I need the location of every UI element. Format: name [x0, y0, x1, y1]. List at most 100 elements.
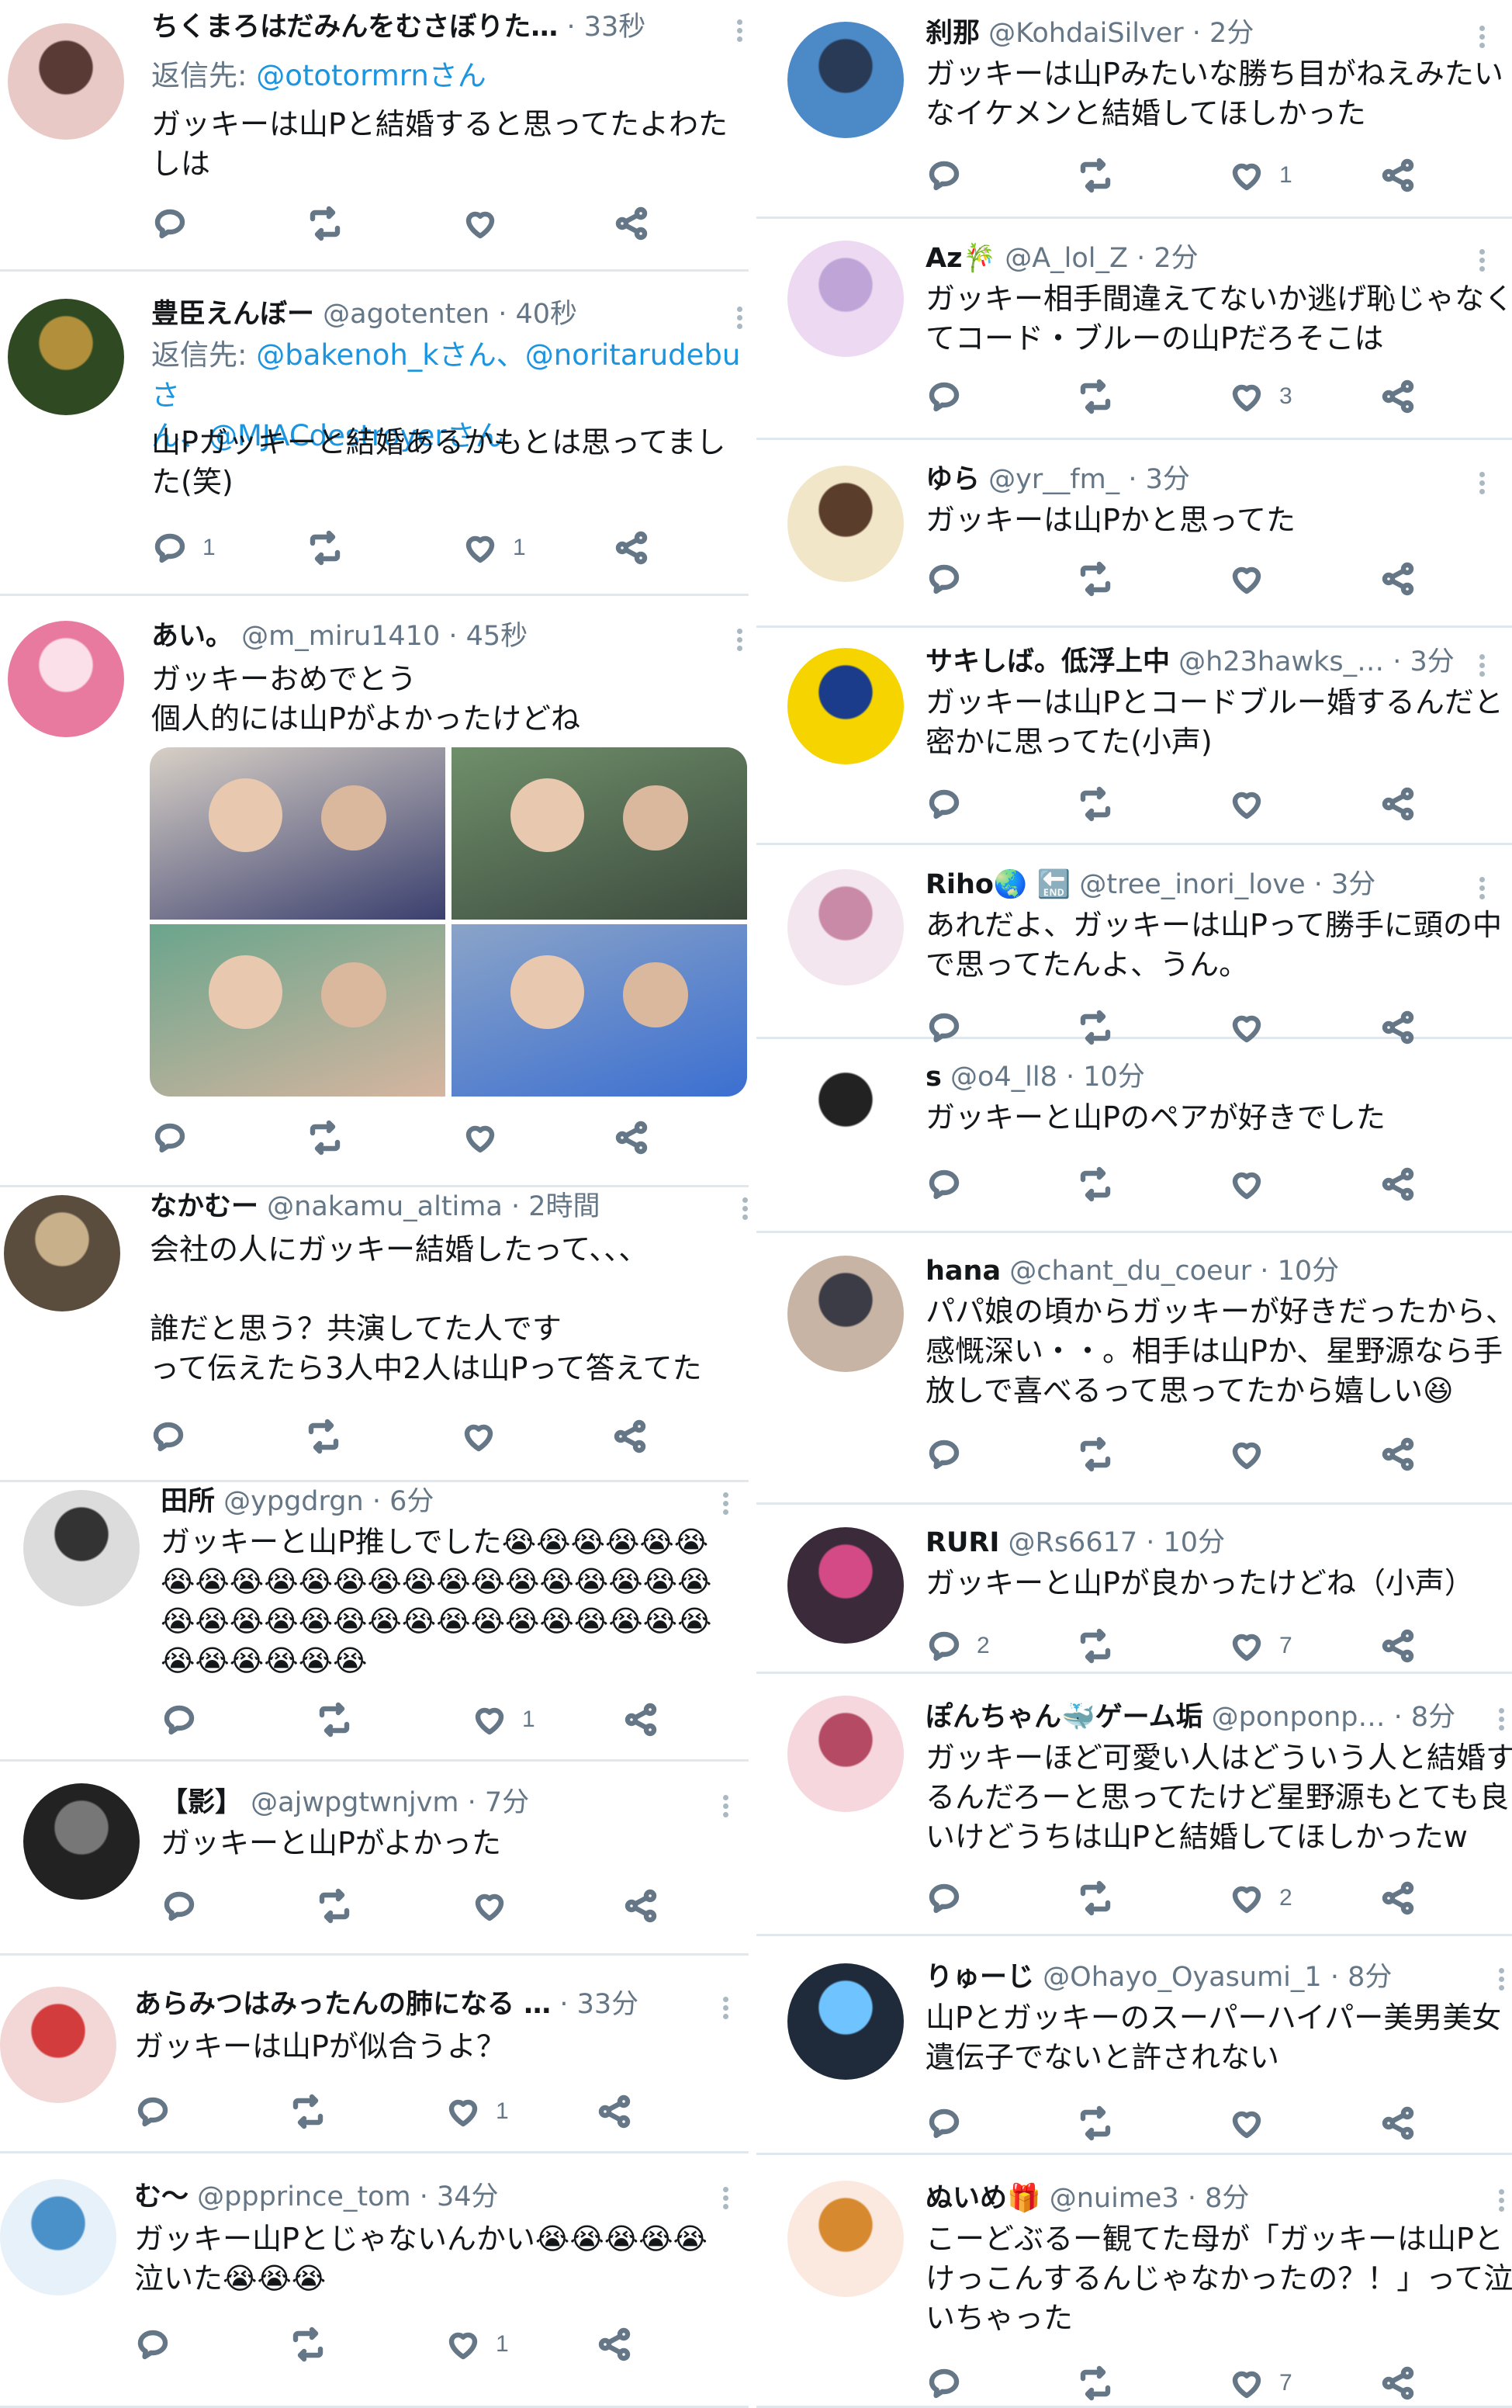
reply-button[interactable]: [926, 376, 963, 417]
user-handle[interactable]: @nakamu_altima: [267, 1191, 503, 1222]
avatar[interactable]: [0, 1987, 116, 2103]
display-name[interactable]: サキしば。低浮上中: [926, 646, 1170, 677]
avatar[interactable]: [787, 2181, 904, 2297]
user-handle[interactable]: @agotenten: [323, 299, 490, 330]
more-icon[interactable]: [735, 626, 743, 657]
share-button[interactable]: [622, 1699, 659, 1740]
reply-button[interactable]: [926, 784, 963, 824]
avatar[interactable]: [787, 648, 904, 764]
share-button[interactable]: [596, 2324, 633, 2365]
media-grid[interactable]: [150, 747, 747, 1097]
timestamp[interactable]: 2分: [1154, 243, 1198, 274]
display-name[interactable]: RURI: [926, 1527, 999, 1558]
like-button[interactable]: 1: [445, 2324, 509, 2365]
retweet-button[interactable]: [1077, 1626, 1114, 1666]
like-button[interactable]: [1228, 1434, 1265, 1474]
like-button[interactable]: [1228, 559, 1265, 599]
display-name[interactable]: 【影】: [161, 1787, 242, 1818]
share-button[interactable]: [1379, 2363, 1417, 2403]
display-name[interactable]: 刹那: [926, 18, 980, 49]
like-button[interactable]: 1: [471, 1699, 535, 1740]
display-name[interactable]: s: [926, 1062, 942, 1093]
avatar[interactable]: [787, 1256, 904, 1372]
avatar[interactable]: [8, 23, 124, 140]
user-handle[interactable]: @nuime3: [1050, 2183, 1179, 2214]
reply-button[interactable]: [926, 1878, 963, 1918]
avatar[interactable]: [787, 1055, 904, 1172]
like-button[interactable]: 7: [1228, 1626, 1292, 1666]
avatar[interactable]: [0, 2179, 116, 2295]
user-handle[interactable]: @KohdaiSilver: [988, 18, 1184, 49]
more-icon[interactable]: [1478, 23, 1486, 54]
share-button[interactable]: [1379, 1164, 1417, 1204]
display-name[interactable]: あらみつはみったんの肺になる …: [134, 1989, 551, 2020]
more-icon[interactable]: [741, 1195, 749, 1226]
more-icon[interactable]: [1478, 875, 1486, 906]
user-handle[interactable]: @ppprince_tom: [197, 2181, 410, 2212]
timestamp[interactable]: 10分: [1278, 1256, 1340, 1287]
more-icon[interactable]: [721, 1793, 729, 1824]
share-button[interactable]: [1379, 2103, 1417, 2143]
retweet-button[interactable]: [306, 528, 344, 568]
display-name[interactable]: りゅーじ: [926, 1962, 1034, 1993]
avatar[interactable]: [787, 241, 904, 357]
reply-button[interactable]: [151, 203, 189, 244]
share-button[interactable]: [1379, 376, 1417, 417]
share-button[interactable]: [613, 528, 650, 568]
media-photo[interactable]: [150, 747, 445, 920]
more-icon[interactable]: [1478, 652, 1486, 683]
more-icon[interactable]: [1497, 1706, 1505, 1737]
retweet-button[interactable]: [1077, 2363, 1114, 2403]
timestamp[interactable]: 45秒: [466, 621, 528, 652]
like-button[interactable]: [1228, 1164, 1265, 1204]
media-photo[interactable]: [452, 747, 747, 920]
reply-button[interactable]: [150, 1416, 187, 1457]
more-icon[interactable]: [1478, 247, 1486, 278]
reply-button[interactable]: [151, 1117, 189, 1158]
retweet-button[interactable]: [1077, 1878, 1114, 1918]
display-name[interactable]: hana: [926, 1256, 1001, 1287]
timestamp[interactable]: 8分: [1411, 1702, 1455, 1733]
retweet-button[interactable]: [1077, 1164, 1114, 1204]
share-button[interactable]: [1379, 1878, 1417, 1918]
media-photo[interactable]: [452, 924, 747, 1097]
more-icon[interactable]: [735, 17, 743, 48]
more-icon[interactable]: [1497, 1966, 1505, 1997]
reply-button[interactable]: [161, 1886, 198, 1926]
display-name[interactable]: ぬいめ🎁: [926, 2183, 1041, 2214]
reply-button[interactable]: [926, 155, 963, 196]
retweet-button[interactable]: [316, 1699, 353, 1740]
display-name[interactable]: Riho🌏 🔚: [926, 869, 1071, 900]
reply-button[interactable]: 2: [926, 1626, 990, 1666]
retweet-button[interactable]: [305, 1416, 342, 1457]
more-icon[interactable]: [721, 1490, 729, 1521]
reply-button[interactable]: [926, 2103, 963, 2143]
retweet-button[interactable]: [1077, 1434, 1114, 1474]
display-name[interactable]: 田所: [161, 1486, 215, 1517]
more-icon[interactable]: [1497, 2187, 1505, 2218]
retweet-button[interactable]: [1077, 559, 1114, 599]
avatar[interactable]: [23, 1490, 140, 1606]
user-handle[interactable]: @chant_du_coeur: [1009, 1256, 1251, 1287]
timestamp[interactable]: 33分: [577, 1989, 639, 2020]
media-photo[interactable]: [150, 924, 445, 1097]
user-handle[interactable]: @ponponp…: [1212, 1702, 1386, 1733]
like-button[interactable]: 1: [445, 2091, 509, 2132]
avatar[interactable]: [787, 1963, 904, 2080]
display-name[interactable]: ちくまろはだみんをむさぼりた…: [151, 12, 558, 43]
reply-button[interactable]: 1: [151, 528, 216, 568]
avatar[interactable]: [8, 299, 124, 415]
display-name[interactable]: あい。: [151, 621, 233, 652]
like-button[interactable]: 3: [1228, 376, 1292, 417]
user-handle[interactable]: @ypgdrgn: [223, 1486, 364, 1517]
retweet-button[interactable]: [289, 2324, 327, 2365]
like-button[interactable]: [462, 1117, 499, 1158]
like-button[interactable]: [462, 203, 499, 244]
retweet-button[interactable]: [1077, 2103, 1114, 2143]
share-button[interactable]: [613, 1117, 650, 1158]
display-name[interactable]: ぽんちゃん🐳ゲーム垢: [926, 1702, 1203, 1733]
avatar[interactable]: [787, 869, 904, 986]
share-button[interactable]: [622, 1886, 659, 1926]
reply-button[interactable]: [926, 559, 963, 599]
user-handle[interactable]: @ajwpgtwnjvm: [251, 1787, 458, 1818]
